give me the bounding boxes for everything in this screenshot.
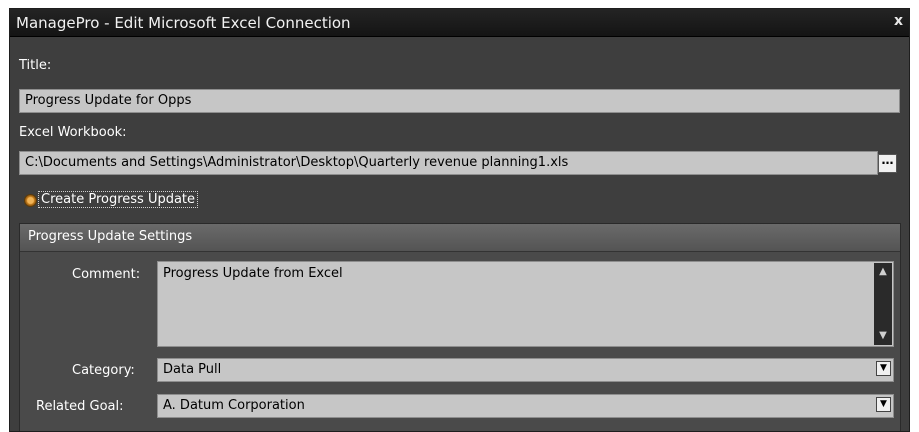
category-label: Category: (72, 363, 135, 378)
related-goal-label: Related Goal: (36, 399, 124, 414)
settings-panel-header: Progress Update Settings (20, 224, 900, 252)
comment-textarea[interactable]: Progress Update from Excel ▲ ▼ (157, 261, 894, 347)
scroll-up-icon[interactable]: ▲ (874, 265, 892, 279)
browse-button[interactable]: … (878, 154, 897, 173)
workbook-path-input[interactable]: C:\Documents and Settings\Administrator\… (19, 151, 878, 175)
comment-scrollbar[interactable]: ▲ ▼ (874, 263, 892, 345)
close-icon[interactable]: x (894, 13, 903, 29)
related-goal-select[interactable]: A. Datum Corporation ▼ (157, 394, 894, 418)
title-label: Title: (19, 58, 52, 73)
window-title: ManagePro - Edit Microsoft Excel Connect… (16, 14, 351, 32)
create-progress-update-label[interactable]: Create Progress Update (38, 191, 199, 208)
category-select[interactable]: Data Pull ▼ (157, 358, 894, 382)
create-progress-update-radio[interactable] (24, 194, 37, 207)
excel-workbook-label: Excel Workbook: (19, 125, 127, 140)
dialog-window: ManagePro - Edit Microsoft Excel Connect… (9, 8, 910, 432)
title-bar[interactable]: ManagePro - Edit Microsoft Excel Connect… (10, 9, 909, 37)
related-goal-chevron-down-icon[interactable]: ▼ (876, 397, 891, 412)
progress-update-settings-panel: Progress Update Settings Comment: Progre… (19, 223, 901, 431)
title-input[interactable]: Progress Update for Opps (19, 89, 900, 113)
settings-panel-title: Progress Update Settings (28, 229, 193, 244)
scroll-down-icon[interactable]: ▼ (874, 329, 892, 343)
category-value: Data Pull (163, 362, 222, 377)
category-chevron-down-icon[interactable]: ▼ (876, 361, 891, 376)
related-goal-value: A. Datum Corporation (163, 398, 305, 413)
comment-text: Progress Update from Excel (163, 266, 343, 281)
comment-label: Comment: (72, 267, 141, 282)
